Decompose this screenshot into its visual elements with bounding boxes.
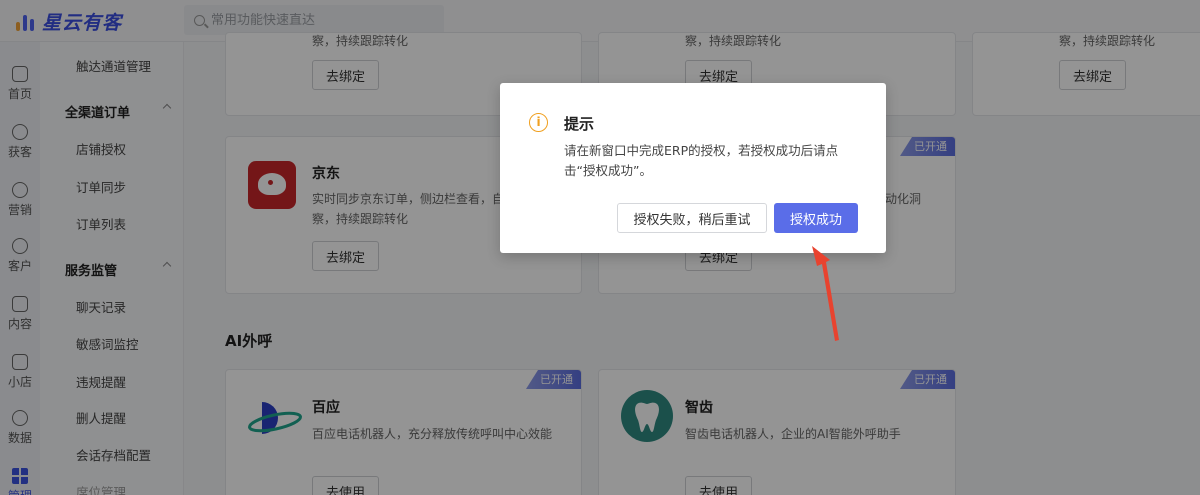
auth-failed-button[interactable]: 授权失败，稍后重试	[617, 203, 767, 233]
auth-success-button[interactable]: 授权成功	[774, 203, 858, 233]
annotation-arrow-icon	[812, 246, 839, 341]
dialog-title: 提示	[564, 115, 595, 133]
confirm-dialog: i 提示 请在新窗口中完成ERP的授权，若授权成功后请点击“授权成功”。 授权失…	[500, 83, 886, 253]
info-icon: i	[529, 113, 548, 132]
dialog-message: 请在新窗口中完成ERP的授权，若授权成功后请点击“授权成功”。	[564, 143, 839, 178]
